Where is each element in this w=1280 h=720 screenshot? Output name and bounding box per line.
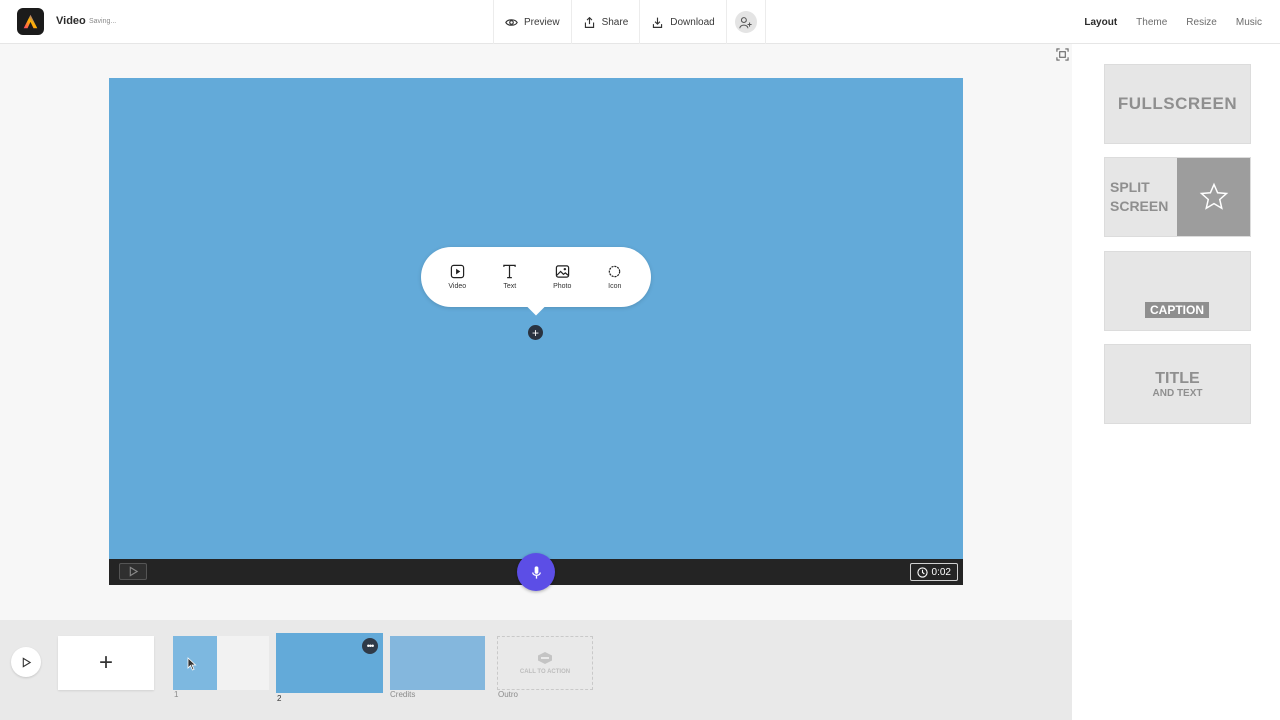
invite-button[interactable] — [725, 0, 766, 44]
share-icon — [584, 16, 594, 28]
add-text-label: Text — [503, 283, 517, 290]
add-video-label: Video — [448, 283, 467, 290]
play-video-button[interactable] — [11, 647, 41, 677]
tab-resize[interactable]: Resize — [1186, 17, 1217, 28]
top-bar: Video Saving... Preview Share Download L… — [0, 0, 1280, 44]
clip-credits-label: Credits — [390, 690, 416, 699]
download-label: Download — [670, 16, 715, 28]
share-button[interactable]: Share — [570, 0, 640, 44]
panel-tabs: Layout Theme Resize Music — [1084, 0, 1262, 44]
add-video-button[interactable]: Video — [435, 264, 479, 290]
split-line-1: SPLIT — [1110, 179, 1150, 195]
add-photo-label: Photo — [553, 283, 572, 290]
play-icon — [129, 566, 138, 577]
brand-logo-placeholder-icon — [538, 652, 552, 664]
share-label: Share — [601, 16, 629, 28]
add-element-button[interactable]: + — [528, 325, 543, 340]
play-slide-button[interactable] — [119, 563, 147, 580]
layout-caption-label: CAPTION — [1145, 302, 1209, 318]
slide-canvas[interactable] — [109, 78, 963, 559]
eye-icon — [505, 18, 518, 26]
avatar — [734, 11, 757, 33]
play-icon — [22, 656, 31, 668]
badge-icon — [608, 265, 621, 278]
add-content-bubble: Video Text Photo Icon — [421, 247, 651, 307]
timeline-clip-credits[interactable] — [390, 636, 485, 690]
timeline: + 1 ••• 2 Credits CALL TO ACTION Outro — [0, 620, 1072, 720]
layout-title-label: TITLE — [1155, 369, 1200, 387]
layout-title-text[interactable]: TITLE AND TEXT — [1104, 344, 1251, 424]
photo-icon — [555, 265, 569, 278]
tab-music[interactable]: Music — [1236, 17, 1262, 28]
add-person-icon — [739, 16, 752, 28]
video-play-icon — [450, 264, 464, 279]
text-icon — [503, 264, 516, 279]
add-icon-label: Icon — [608, 283, 622, 290]
clip-options-button[interactable]: ••• — [362, 638, 378, 654]
top-actions: Preview Share Download — [493, 0, 766, 44]
preview-label: Preview — [524, 16, 560, 28]
download-icon — [653, 17, 663, 28]
layout-split-screen[interactable]: SPLIT SCREEN — [1104, 157, 1251, 237]
record-voice-button[interactable] — [517, 553, 555, 591]
save-status: Saving... — [89, 18, 117, 25]
download-button[interactable]: Download — [639, 0, 725, 44]
layout-title-sub-label: AND TEXT — [1152, 387, 1203, 399]
layout-fullscreen[interactable]: FULLSCREEN — [1104, 64, 1251, 144]
timeline-clip-2[interactable]: ••• — [276, 633, 383, 693]
tab-layout[interactable]: Layout — [1084, 17, 1117, 28]
clip-outro-label: Outro — [498, 690, 519, 699]
split-line-2: SCREEN — [1110, 198, 1169, 214]
slide-duration: 0:02 — [931, 566, 951, 578]
layout-caption[interactable]: CAPTION — [1104, 251, 1251, 331]
layout-split-label: SPLIT SCREEN — [1110, 178, 1168, 216]
add-photo-button[interactable]: Photo — [540, 264, 584, 290]
app-logo[interactable] — [17, 8, 44, 35]
tab-theme[interactable]: Theme — [1136, 17, 1167, 28]
microphone-icon — [531, 565, 541, 579]
adobe-express-logo-icon — [23, 14, 38, 29]
clip-1-label: 1 — [174, 690, 179, 699]
slide-duration-button[interactable]: 0:02 — [909, 563, 958, 581]
layout-fullscreen-label: FULLSCREEN — [1117, 94, 1238, 113]
add-icon-button[interactable]: Icon — [593, 264, 637, 290]
mouse-cursor-icon — [187, 657, 197, 671]
outro-cta-text: CALL TO ACTION — [519, 669, 571, 675]
clip-2-label: 2 — [277, 694, 282, 703]
preview-button[interactable]: Preview — [493, 0, 571, 44]
layout-panel: FULLSCREEN SPLIT SCREEN CAPTION TITLE AN… — [1072, 44, 1280, 720]
star-icon — [1199, 182, 1228, 210]
clock-icon — [916, 566, 928, 578]
add-slide-button[interactable]: + — [58, 636, 154, 690]
fit-to-screen-icon[interactable] — [1056, 48, 1069, 61]
add-text-button[interactable]: Text — [488, 264, 532, 290]
split-media-area — [1177, 158, 1250, 236]
document-title[interactable]: Video — [56, 15, 86, 27]
timeline-clip-outro[interactable]: CALL TO ACTION — [497, 636, 593, 690]
